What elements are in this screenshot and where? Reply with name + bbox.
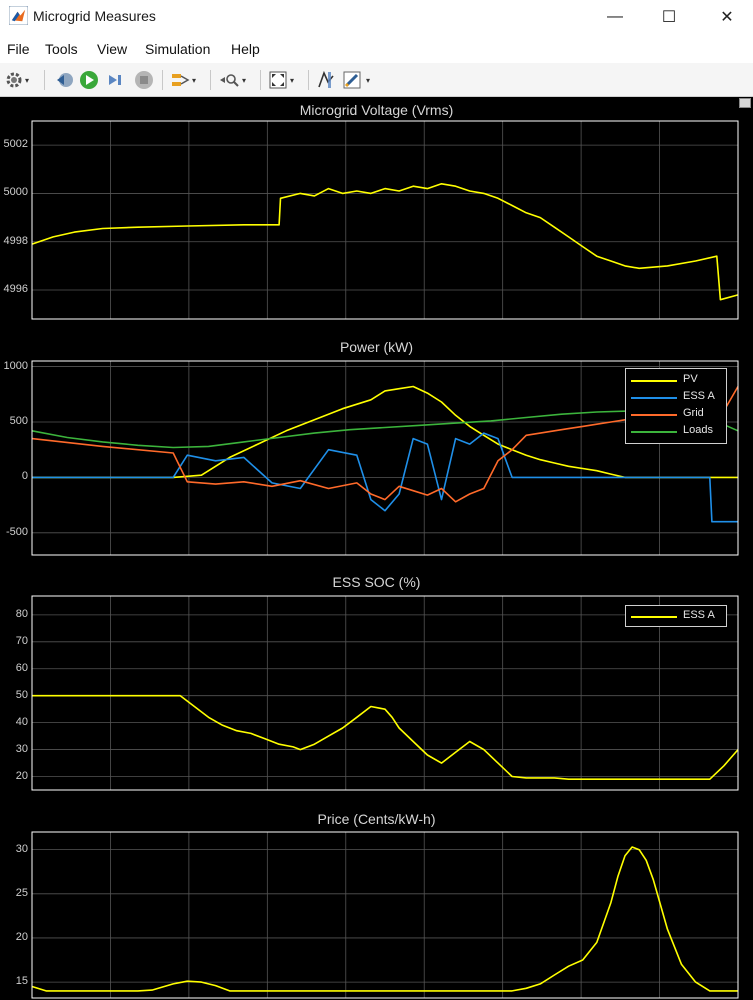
legend-entry-ess-a: ESS A [626, 390, 726, 404]
minimize-button[interactable]: — [592, 0, 638, 33]
scope-display: Microgrid Voltage (Vrms) Power (kW) ESS … [0, 97, 753, 1000]
y-tick-label: 15 [15, 975, 28, 988]
menu-view[interactable]: View [97, 41, 127, 57]
cursor-measure-icon[interactable] [316, 69, 336, 91]
stop-icon[interactable] [134, 69, 154, 91]
y-tick-label: 40 [15, 715, 28, 728]
title-bar: Microgrid Measures — ☐ ✕ [0, 0, 753, 33]
highlight-icon[interactable]: ▾ [170, 69, 196, 91]
y-tick-label: 5002 [3, 138, 28, 151]
axes-frame [31, 831, 739, 999]
menu-help[interactable]: Help [231, 41, 260, 57]
scope-axes[interactable] [0, 97, 753, 1000]
autoscale-icon[interactable]: ▾ [268, 69, 294, 91]
power-legend[interactable]: PV ESS A Grid Loads [625, 368, 727, 444]
series-line-plot3 [31, 846, 738, 992]
menu-tools[interactable]: Tools [45, 41, 78, 57]
window-title: Microgrid Measures [33, 8, 156, 24]
y-tick-label: 25 [15, 886, 28, 899]
step-forward-icon[interactable] [106, 69, 126, 91]
y-tick-label: -500 [5, 525, 28, 538]
y-tick-label: 30 [15, 742, 28, 755]
zoom-icon[interactable]: ▾ [218, 69, 246, 91]
y-tick-label: 1000 [3, 359, 28, 372]
menu-file[interactable]: File [7, 41, 30, 57]
toolbar: ▾ ▾ ▾ ▾ ▾ [0, 63, 753, 97]
settings-icon[interactable]: ▾ [5, 69, 29, 91]
legend-entry-pv: PV [626, 373, 726, 387]
y-tick-label: 80 [15, 607, 28, 620]
maximize-button[interactable]: ☐ [646, 0, 692, 33]
soc-legend[interactable]: ESS A [625, 605, 727, 627]
legend-entry-loads: Loads [626, 424, 726, 438]
style-icon[interactable]: ▾ [342, 69, 370, 91]
y-tick-label: 4996 [3, 283, 28, 296]
y-tick-label: 500 [9, 414, 28, 427]
axes-frame [31, 120, 739, 320]
matlab-logo-icon [9, 6, 28, 25]
y-tick-label: 5000 [3, 186, 28, 199]
y-tick-label: 4998 [3, 234, 28, 247]
y-tick-label: 0 [21, 470, 28, 483]
run-icon[interactable] [79, 69, 99, 91]
y-tick-label: 60 [15, 661, 28, 674]
menu-simulation[interactable]: Simulation [145, 41, 210, 57]
series-line-plot2 [32, 694, 739, 781]
menu-bar: File Tools View Simulation Help ➘ [0, 33, 753, 86]
y-tick-label: 50 [15, 688, 28, 701]
legend-entry-grid: Grid [626, 407, 726, 421]
y-tick-label: 20 [15, 769, 28, 782]
y-tick-label: 70 [15, 634, 28, 647]
y-tick-label: 30 [15, 842, 28, 855]
step-back-icon[interactable] [54, 69, 74, 91]
y-tick-label: 20 [15, 930, 28, 943]
legend-entry-soc-ess-a: ESS A [626, 609, 726, 623]
close-button[interactable]: ✕ [704, 0, 750, 33]
